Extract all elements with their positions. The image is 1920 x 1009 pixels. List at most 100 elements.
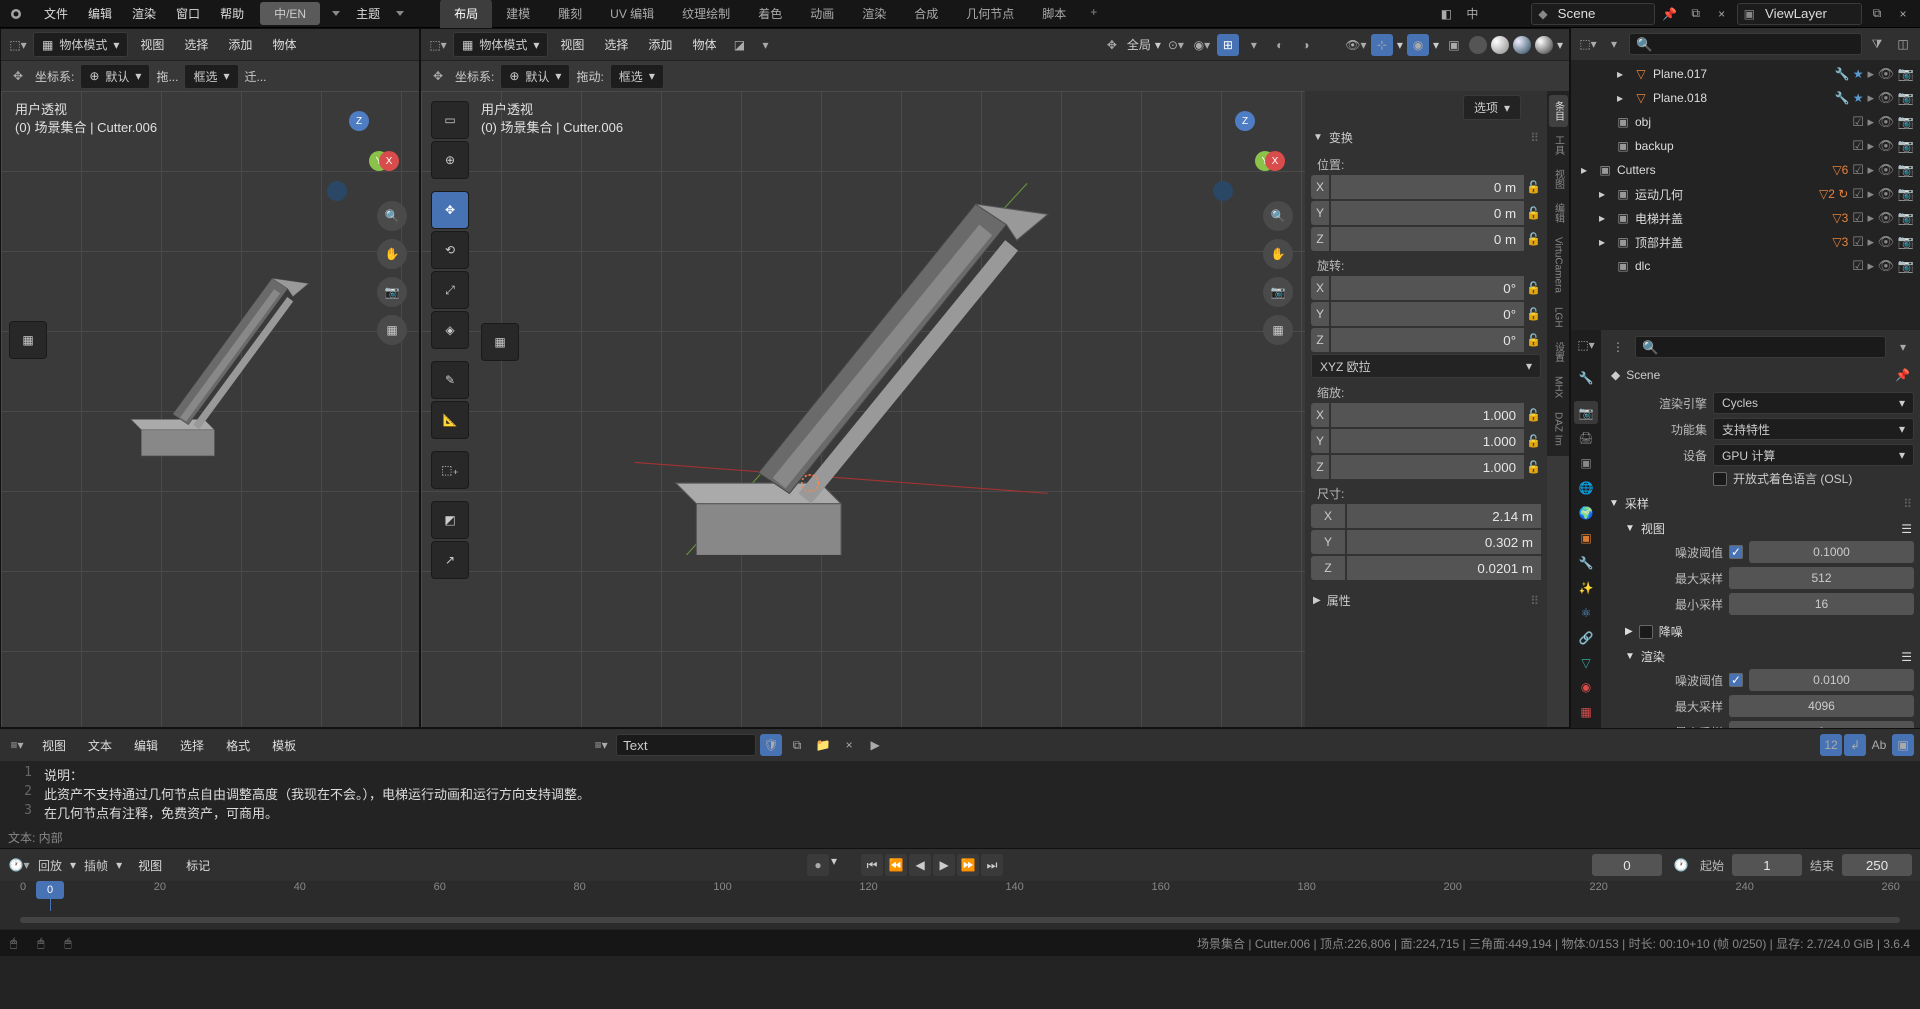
pin-icon[interactable]: 📌 (1659, 3, 1681, 25)
tree-row[interactable]: ▸▣顶部并盖 ▽3☑ ▸ 👁 📷 (1571, 230, 1920, 254)
autokey-icon[interactable]: ● (807, 854, 829, 876)
select-mode[interactable]: 框选▾ (610, 64, 664, 89)
panel-transform-header[interactable]: ▼变换 ⠿ (1311, 125, 1541, 150)
noise-thresh-checkbox[interactable]: ✓ (1729, 545, 1743, 559)
gizmo-icon[interactable]: ⊹ (1371, 34, 1393, 56)
rotate-tool[interactable]: ⟲ (431, 231, 469, 269)
axis-z-icon[interactable]: Z (349, 111, 369, 131)
scrollbar[interactable] (20, 917, 1900, 923)
panel-properties-header[interactable]: ▶属性 ⠿ (1311, 588, 1541, 613)
play-button[interactable]: ▶ (933, 854, 955, 876)
scl-z-input[interactable] (1331, 455, 1524, 479)
dropdown-caret-icon[interactable] (332, 11, 340, 16)
prop-tab-world[interactable]: 🌍 (1574, 501, 1598, 524)
min-samples-render-input[interactable]: 0 (1729, 721, 1914, 728)
side-tab[interactable]: LGH (1551, 301, 1566, 334)
hdr-object[interactable]: 物体 (264, 33, 304, 56)
copy-icon[interactable]: ⧉ (1685, 3, 1707, 25)
loc-z-input[interactable] (1331, 227, 1524, 251)
denoise-view-header[interactable]: ▶降噪 (1623, 619, 1914, 644)
text-name-input[interactable] (616, 734, 756, 756)
denoise-view-checkbox[interactable] (1639, 625, 1653, 639)
min-samples-view-input[interactable]: 16 (1729, 593, 1914, 615)
shading-solid-icon[interactable] (1491, 36, 1509, 54)
workspace-tab[interactable]: 渲染 (848, 0, 900, 28)
prop-tab-particles[interactable]: ✨ (1574, 576, 1598, 599)
orientation-icon[interactable]: ✥ (1101, 34, 1123, 56)
lock-icon[interactable]: 🔓 (1526, 403, 1541, 427)
tree-row[interactable]: ▣backup☑ ▸ 👁 📷 (1571, 134, 1920, 158)
close-icon[interactable]: × (1711, 3, 1733, 25)
visibility-icon[interactable]: ▣ (1892, 734, 1914, 756)
scl-y-input[interactable] (1331, 429, 1524, 453)
copy-icon[interactable]: ⧉ (786, 734, 808, 756)
prop-tab-object[interactable]: ▣ (1574, 526, 1598, 549)
overlay-icon[interactable]: ◐ (1269, 34, 1291, 56)
playhead[interactable]: 0 (36, 881, 64, 899)
axis-x-icon[interactable]: X (1265, 151, 1285, 171)
close-icon[interactable]: × (838, 734, 860, 756)
theme-label[interactable]: 主题 (346, 1, 390, 26)
addon-icon[interactable]: 中 (1461, 3, 1483, 25)
lock-icon[interactable]: 🔓 (1526, 302, 1541, 326)
axis-x-icon[interactable]: X (379, 151, 399, 171)
hdr-marker[interactable]: 标记 (178, 854, 218, 877)
jump-end-button[interactable]: ⏭ (981, 854, 1003, 876)
display-mode-icon[interactable]: ▾ (1603, 33, 1625, 55)
lock-icon[interactable]: 🔓 (1526, 201, 1541, 225)
addon-icon[interactable]: ◧ (1435, 3, 1457, 25)
menu-edit[interactable]: 编辑 (78, 1, 122, 26)
tree-row-toggles[interactable]: ☑ ▸ 👁 📷 (1852, 234, 1914, 250)
dim-y-input[interactable] (1347, 530, 1541, 554)
scene-selector[interactable]: ◆ (1531, 3, 1654, 25)
side-tab[interactable]: MHX (1551, 370, 1566, 404)
viewport-canvas[interactable]: 用户透视 (0) 场景集合 | Cutter.006 Z Y X 🔍 ✋ � (1, 91, 419, 727)
language-toggle[interactable]: 中/EN (260, 2, 320, 25)
device-select[interactable]: GPU 计算▾ (1713, 444, 1914, 466)
orientation-icon[interactable]: ✥ (427, 65, 449, 87)
run-script-button[interactable]: ▶ (864, 734, 886, 756)
hdr-add[interactable]: 添加 (220, 33, 260, 56)
pan-icon[interactable]: ✋ (1263, 239, 1293, 269)
open-icon[interactable]: 📁 (812, 734, 834, 756)
tree-row-toggles[interactable]: ▸ 👁 📷 (1868, 90, 1914, 106)
dim-x-input[interactable] (1347, 504, 1541, 528)
prop-tab-output[interactable]: 🖨 (1574, 426, 1598, 449)
tree-row[interactable]: ▣dlc☑ ▸ 👁 📷 (1571, 254, 1920, 278)
keying-label[interactable]: 插帧 (84, 857, 108, 874)
noise-thresh-render-input[interactable]: 0.0100 (1749, 669, 1914, 691)
add-workspace-button[interactable]: + (1080, 0, 1107, 28)
tree-row-toggles[interactable]: ☑ ▸ 👁 📷 (1852, 186, 1914, 202)
tree-row-toggles[interactable]: ☑ ▸ 👁 📷 (1852, 162, 1914, 178)
workspace-tab[interactable]: UV 编辑 (596, 0, 668, 28)
workspace-tab[interactable]: 着色 (744, 0, 796, 28)
hdr-select[interactable]: 选择 (172, 734, 212, 757)
menu-window[interactable]: 窗口 (166, 1, 210, 26)
editor-type-icon[interactable]: ⬚▾ (1575, 334, 1597, 355)
rot-x-input[interactable] (1331, 276, 1524, 300)
tree-row-toggles[interactable]: ☑ ▸ 👁 📷 (1852, 114, 1914, 130)
editor-type-icon[interactable]: ⬚▾ (7, 34, 29, 56)
workspace-tab[interactable]: 雕刻 (544, 0, 596, 28)
lock-icon[interactable]: 🔓 (1526, 429, 1541, 453)
workspace-tab[interactable]: 纹理绘制 (668, 0, 744, 28)
prop-tab-viewlayer[interactable]: ▣ (1574, 451, 1598, 474)
orientation-icon[interactable]: ✥ (7, 65, 29, 87)
prop-tab-tool[interactable]: 🔧 (1574, 367, 1598, 390)
wordwrap-icon[interactable]: ↲ (1844, 734, 1866, 756)
shading-wireframe-icon[interactable] (1469, 36, 1487, 54)
outliner-tree[interactable]: ▸▽Plane.017🔧 ★ ▸ 👁 📷▸▽Plane.018🔧 ★ ▸ 👁 📷… (1571, 60, 1920, 330)
add-cube-tool[interactable]: ⬚₊ (431, 451, 469, 489)
mode-selector[interactable]: ▦ 物体模式 ▾ (33, 32, 128, 57)
tree-row[interactable]: ▣obj☑ ▸ 👁 📷 (1571, 110, 1920, 134)
extra-tool[interactable]: ◩ (431, 501, 469, 539)
select-mode[interactable]: 框选▾ (184, 64, 238, 89)
menu-render[interactable]: 渲染 (122, 1, 166, 26)
pan-icon[interactable]: ✋ (377, 239, 407, 269)
overlay-icon[interactable]: ◑ (1295, 34, 1317, 56)
rot-z-input[interactable] (1331, 328, 1524, 352)
scl-x-input[interactable] (1331, 403, 1524, 427)
axis-neg-icon[interactable] (1213, 181, 1233, 201)
shading-rendered-icon[interactable] (1535, 36, 1553, 54)
grid-icon[interactable]: ▾ (1243, 34, 1265, 56)
